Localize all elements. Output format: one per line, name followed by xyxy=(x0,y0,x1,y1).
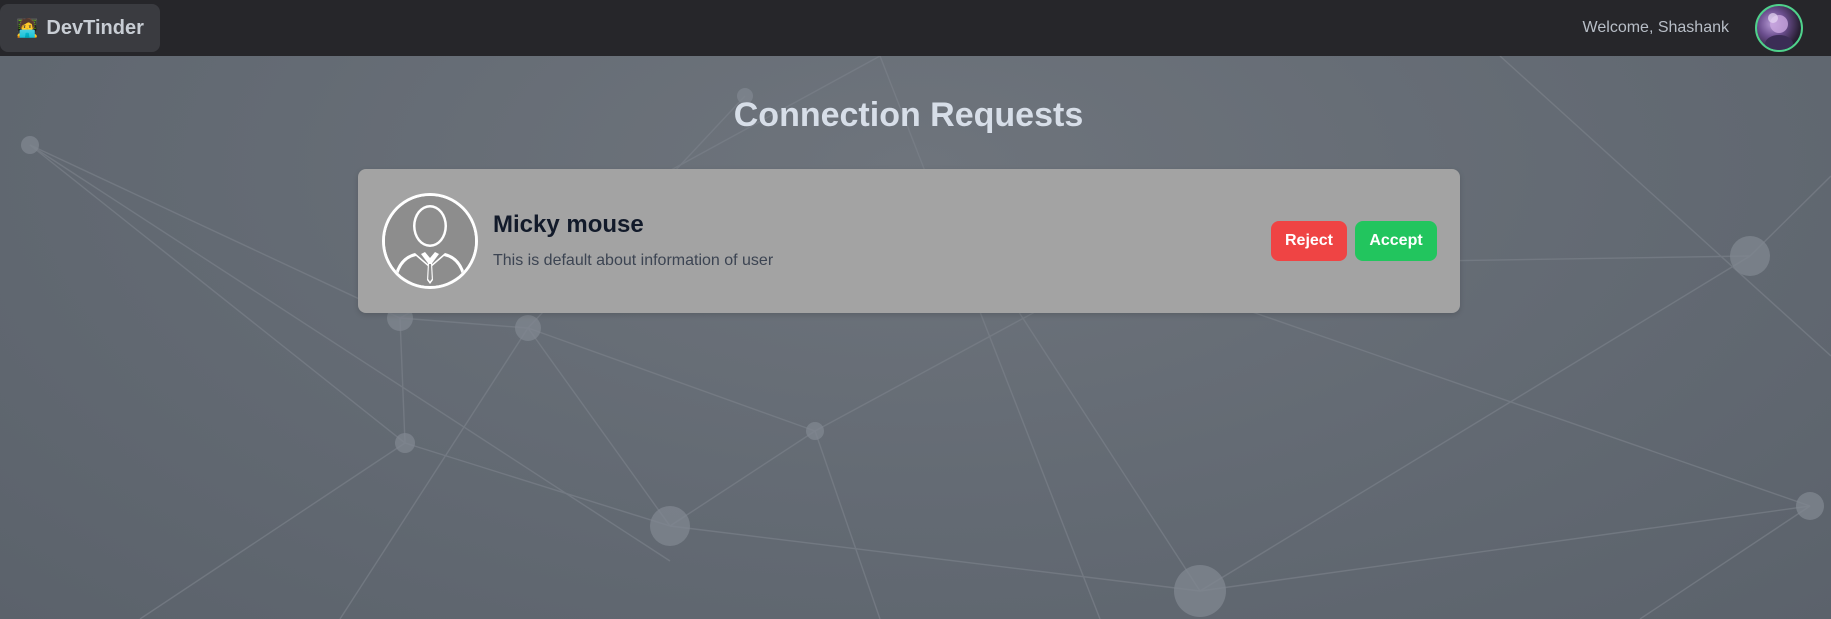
network-background xyxy=(0,56,1831,619)
brand-home-link[interactable]: 🧑‍💻 DevTinder xyxy=(0,4,160,52)
top-navbar: 🧑‍💻 DevTinder Welcome, Shashank xyxy=(0,0,1831,56)
request-user-about: This is default about information of use… xyxy=(493,252,774,269)
accept-button[interactable]: Accept xyxy=(1355,221,1437,261)
default-user-silhouette-icon xyxy=(382,193,478,289)
connection-request-card: Micky mouse This is default about inform… xyxy=(358,169,1460,313)
request-user-name: Micky mouse xyxy=(493,211,644,238)
brand-label: DevTinder xyxy=(46,16,144,39)
profile-photo-graphic xyxy=(385,196,475,286)
page-title: Connection Requests xyxy=(733,96,1084,134)
welcome-text: Welcome, Shashank xyxy=(1582,19,1729,36)
avatar-image xyxy=(1765,13,1793,50)
reject-button[interactable]: Reject xyxy=(1271,221,1347,261)
network-lines-graphic xyxy=(21,56,1831,619)
developer-emoji-icon: 🧑‍💻 xyxy=(16,17,39,38)
nav-user-area: Welcome, Shashank xyxy=(1583,4,1803,52)
user-avatar-icon[interactable] xyxy=(1755,4,1803,52)
